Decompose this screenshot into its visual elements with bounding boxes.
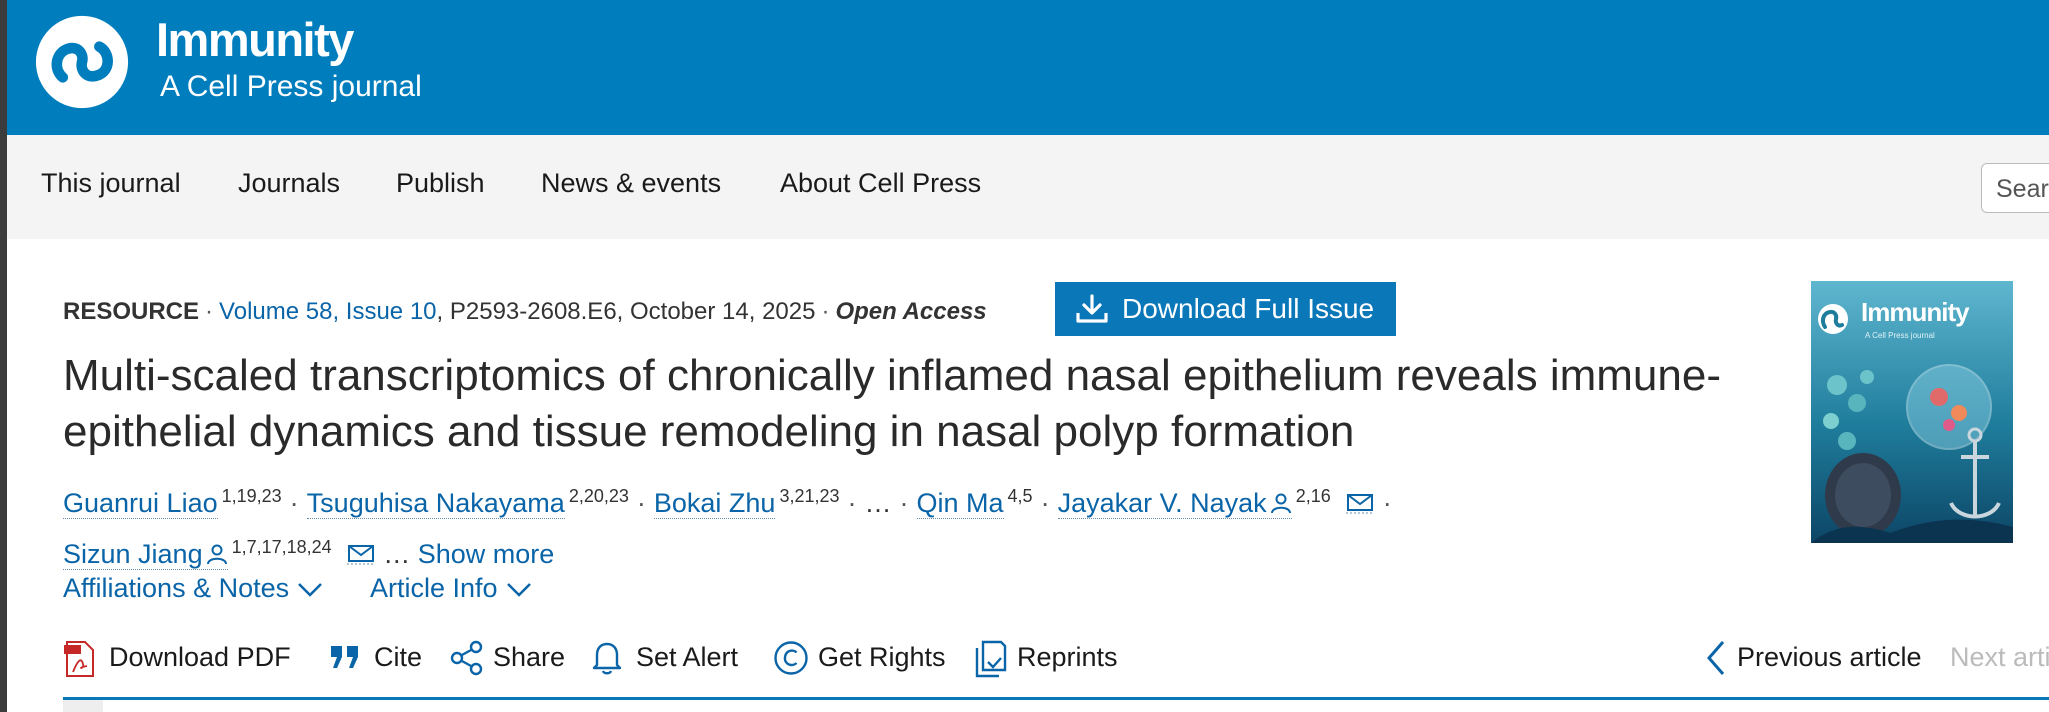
cell-press-logo-icon[interactable] bbox=[34, 14, 130, 110]
download-full-issue-button[interactable]: Download Full Issue bbox=[1055, 282, 1396, 336]
journal-tagline: A Cell Press journal bbox=[160, 70, 422, 103]
cover-journal-name: Immunity bbox=[1861, 297, 1970, 327]
quote-icon bbox=[331, 646, 358, 668]
person-icon bbox=[206, 544, 227, 565]
toolbar-divider bbox=[63, 697, 2049, 700]
author-link[interactable]: Qin Ma bbox=[916, 488, 1004, 519]
tab-indicator bbox=[63, 700, 103, 712]
share-label: Share bbox=[493, 642, 566, 672]
cover-tagline: A Cell Press journal bbox=[1865, 331, 1935, 340]
nav-this-journal[interactable]: This journal bbox=[41, 168, 181, 199]
share-icon bbox=[450, 640, 483, 676]
article-title: Multi-scaled transcriptomics of chronica… bbox=[63, 351, 1721, 456]
article-info-label: Article Info bbox=[370, 573, 498, 603]
cite-button[interactable]: Cite bbox=[328, 638, 433, 680]
author-affil-sup[interactable]: 2,16 bbox=[1296, 486, 1331, 506]
nav-publish[interactable]: Publish bbox=[396, 168, 485, 199]
journal-cover-image[interactable]: Immunity A Cell Press journal bbox=[1811, 281, 2013, 543]
author-link-corresponding[interactable]: Sizun Jiang bbox=[63, 539, 228, 570]
download-icon bbox=[1076, 294, 1108, 323]
nav-about-cell-press[interactable]: About Cell Press bbox=[780, 168, 981, 199]
open-access-label: Open Access bbox=[835, 298, 987, 325]
main-nav: This journal Journals Publish News & eve… bbox=[0, 135, 2049, 239]
get-rights-label: Get Rights bbox=[818, 642, 946, 672]
author-link-corresponding[interactable]: Jayakar V. Nayak bbox=[1057, 488, 1292, 519]
author-link[interactable]: Tsuguhisa Nakayama bbox=[306, 488, 565, 519]
article-info-toggle[interactable]: Article Info bbox=[370, 573, 532, 604]
author-list: Guanrui Liao 1,19,23 · Tsuguhisa Nakayama 2,… bbox=[63, 486, 1392, 570]
cite-label: Cite bbox=[374, 642, 423, 672]
authors-ellipsis: … bbox=[864, 488, 892, 518]
nav-news-events[interactable]: News & events bbox=[541, 168, 721, 199]
window-left-edge bbox=[0, 0, 7, 712]
email-icon[interactable] bbox=[1345, 492, 1375, 514]
volume-issue-link[interactable]: Volume 58, Issue 10 bbox=[219, 298, 436, 325]
author-link[interactable]: Guanrui Liao bbox=[63, 488, 218, 519]
download-full-issue-label: Download Full Issue bbox=[1122, 293, 1375, 324]
copyright-icon bbox=[774, 641, 808, 675]
next-article-link[interactable]: Next article bbox=[1950, 642, 2049, 673]
author-affil-sup[interactable]: 4,5 bbox=[1008, 486, 1033, 506]
pages-date: P2593-2608.E6, October 14, 2025 bbox=[449, 298, 816, 325]
chevron-left-icon bbox=[1707, 641, 1725, 675]
authors-ellipsis: … bbox=[383, 539, 411, 569]
article-meta: RESOURCE · Volume 58, Issue 10, P2593-2608… bbox=[63, 298, 987, 325]
set-alert-label: Set Alert bbox=[636, 642, 739, 672]
show-more-authors-button[interactable]: Show more bbox=[418, 539, 555, 569]
search-input[interactable]: Search bbox=[1981, 163, 2049, 213]
affiliations-notes-toggle[interactable]: Affiliations & Notes bbox=[63, 573, 323, 604]
author-affil-sup[interactable]: 1,7,17,18,24 bbox=[232, 537, 332, 557]
download-pdf-label: Download PDF bbox=[109, 642, 291, 672]
author-affil-sup[interactable]: 1,19,23 bbox=[222, 486, 282, 506]
previous-article-label: Previous article bbox=[1737, 642, 1922, 672]
reprints-button[interactable]: Reprints bbox=[973, 638, 1133, 680]
set-alert-button[interactable]: Set Alert bbox=[590, 638, 760, 680]
author-affil-sup[interactable]: 2,20,23 bbox=[569, 486, 629, 506]
author-link[interactable]: Bokai Zhu bbox=[653, 488, 776, 519]
journal-header: Immunity A Cell Press journal bbox=[0, 0, 2049, 135]
nav-journals[interactable]: Journals bbox=[238, 168, 340, 199]
get-rights-button[interactable]: Get Rights bbox=[773, 638, 958, 680]
journal-name[interactable]: Immunity bbox=[156, 12, 354, 67]
article-type: RESOURCE bbox=[63, 298, 200, 325]
chevron-down-icon bbox=[506, 582, 531, 597]
author-affil-sup[interactable]: 3,21,23 bbox=[779, 486, 839, 506]
reprints-label: Reprints bbox=[1017, 642, 1118, 672]
share-button[interactable]: Share bbox=[450, 638, 580, 680]
download-pdf-button[interactable]: Download PDF bbox=[63, 638, 303, 680]
affiliations-notes-label: Affiliations & Notes bbox=[63, 573, 290, 603]
author-name: Sizun Jiang bbox=[63, 539, 203, 569]
pdf-icon bbox=[64, 641, 94, 677]
author-name: Jayakar V. Nayak bbox=[1057, 488, 1267, 518]
email-icon[interactable] bbox=[346, 543, 376, 565]
reprints-icon bbox=[975, 640, 1007, 678]
bell-icon bbox=[592, 642, 622, 675]
chevron-down-icon bbox=[298, 582, 323, 597]
person-icon bbox=[1270, 493, 1291, 514]
